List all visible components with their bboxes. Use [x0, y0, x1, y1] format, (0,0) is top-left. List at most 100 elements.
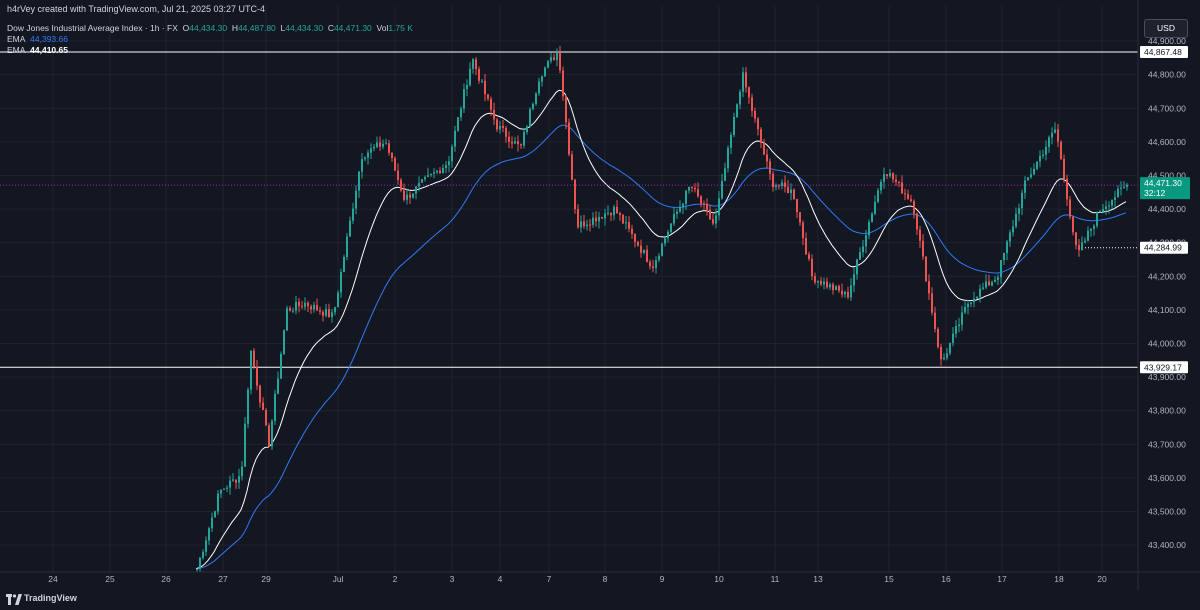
- candle-body: [256, 367, 258, 386]
- candle-body: [1090, 228, 1092, 231]
- candle-body: [205, 540, 207, 552]
- symbol-legend[interactable]: Dow Jones Industrial Average Index · 1h …: [7, 23, 413, 33]
- candle-body: [817, 280, 819, 283]
- candle-body: [403, 190, 405, 200]
- ema-fast-label: EMA: [7, 45, 26, 55]
- candle-body: [493, 109, 495, 120]
- y-tick-label: 43,400.00: [1148, 540, 1186, 550]
- candle-body: [577, 209, 579, 228]
- ema-legend-fast[interactable]: EMA 44,410.65: [7, 45, 68, 55]
- candle-body: [1042, 154, 1044, 157]
- candle-body: [379, 142, 381, 147]
- candle-body: [982, 287, 984, 289]
- candle-body: [313, 304, 315, 310]
- candle-body: [1036, 161, 1038, 169]
- candle-body: [604, 213, 606, 219]
- candle-body: [457, 117, 459, 131]
- candle-body: [562, 70, 564, 97]
- candle-body: [586, 224, 588, 227]
- candle-body: [691, 187, 693, 189]
- candle-body: [766, 154, 768, 162]
- x-tick-label: 24: [48, 574, 58, 584]
- footer-bar: [0, 590, 1200, 610]
- candle-body: [760, 129, 762, 143]
- candle-body: [769, 161, 771, 174]
- candle-body: [220, 489, 222, 494]
- candle-body: [814, 276, 816, 283]
- open-value: 44,434.30: [189, 23, 228, 33]
- candle-body: [820, 280, 822, 285]
- candle-body: [373, 147, 375, 149]
- candle-body: [829, 284, 831, 288]
- candle-body: [1126, 184, 1128, 187]
- candle-body: [601, 216, 603, 219]
- candle-body: [1018, 208, 1020, 214]
- x-tick-label: 7: [547, 574, 552, 584]
- candle-body: [1015, 213, 1017, 227]
- price-chart[interactable]: 43,400.00 43,500.00 43,600.00 43,700.00 43,8…: [0, 0, 1200, 590]
- candle-body: [907, 194, 909, 200]
- candle-body: [676, 211, 678, 214]
- currency-button[interactable]: USD: [1144, 19, 1188, 38]
- x-tick-label: 16: [941, 574, 951, 584]
- candle-body: [781, 182, 783, 186]
- candle-body: [697, 189, 699, 197]
- candle-body: [739, 91, 741, 105]
- candle-body: [397, 170, 399, 180]
- candle-body: [988, 281, 990, 286]
- candle-body: [619, 213, 621, 216]
- candle-body: [307, 302, 309, 307]
- candle-body: [730, 134, 732, 148]
- candle-body: [400, 179, 402, 191]
- candle-body: [358, 171, 360, 191]
- x-tick-label: 3: [450, 574, 455, 584]
- candle-body: [418, 182, 420, 187]
- candle-body: [637, 241, 639, 246]
- candle-body: [667, 231, 669, 239]
- candle-body: [772, 173, 774, 188]
- candle-body: [532, 103, 534, 110]
- candle-body: [736, 104, 738, 117]
- candle-body: [364, 157, 366, 160]
- candle-body: [928, 281, 930, 294]
- candle-body: [1000, 260, 1002, 278]
- y-tick-label: 43,900.00: [1148, 372, 1186, 382]
- candle-body: [694, 188, 696, 190]
- candle-body: [409, 194, 411, 198]
- candle-body: [589, 224, 591, 226]
- close-value: 44,471.30: [333, 23, 372, 33]
- ema-fast-value: 44,410.65: [30, 45, 68, 55]
- candle-body: [946, 353, 948, 358]
- candle-body: [460, 108, 462, 118]
- candle-body: [631, 228, 633, 234]
- candle-body: [496, 119, 498, 130]
- candle-body: [877, 190, 879, 202]
- candle-body: [1123, 186, 1125, 188]
- candle-body: [1111, 200, 1113, 206]
- candle-body: [469, 68, 471, 86]
- candle-body: [1054, 129, 1056, 133]
- candle-body: [1096, 212, 1098, 226]
- candle-body: [700, 196, 702, 204]
- candle-body: [439, 170, 441, 174]
- candle-body: [1069, 199, 1071, 217]
- candle-body: [970, 302, 972, 304]
- candle-body: [931, 293, 933, 313]
- candle-body: [859, 252, 861, 260]
- candle-body: [208, 528, 210, 541]
- price-axis[interactable]: 43,400.00 43,500.00 43,600.00 43,700.00 43,8…: [1137, 0, 1200, 590]
- candle-body: [934, 312, 936, 330]
- x-tick-label: 17: [997, 574, 1007, 584]
- candle-body: [541, 76, 543, 82]
- candle-body: [196, 568, 198, 570]
- ema-legend-slow[interactable]: EMA 44,393.66: [7, 34, 68, 44]
- candle-body: [826, 281, 828, 288]
- candle-body: [535, 93, 537, 104]
- candle-body: [415, 186, 417, 194]
- candle-body: [283, 330, 285, 354]
- candle-body: [850, 285, 852, 298]
- candle-body: [229, 480, 231, 488]
- candle-body: [271, 420, 273, 447]
- x-tick-label: 20: [1097, 574, 1107, 584]
- candle-body: [412, 193, 414, 198]
